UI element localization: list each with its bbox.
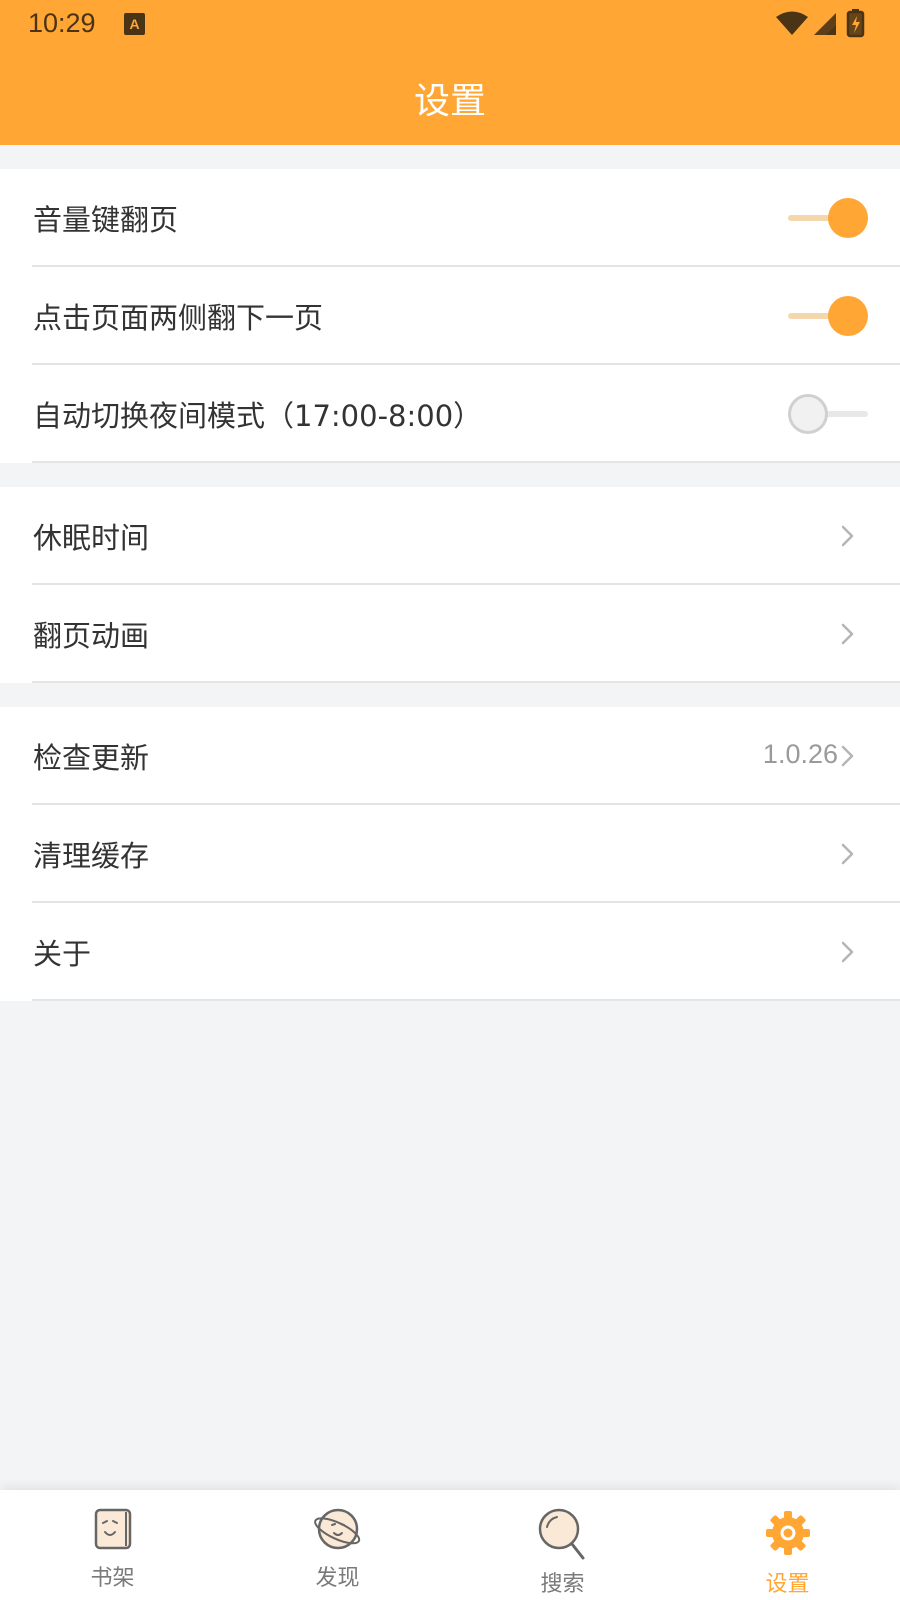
status-time: 10:29 xyxy=(28,8,96,38)
search-icon xyxy=(538,1508,584,1560)
setting-label: 点击页面两侧翻下一页 xyxy=(33,301,324,335)
tap-sides-toggle[interactable] xyxy=(788,295,868,337)
setting-row-clear-cache[interactable]: 清理缓存 xyxy=(0,805,900,903)
bookshelf-icon xyxy=(94,1508,131,1550)
reading-settings-group: 休眠时间 翻页动画 xyxy=(0,487,900,683)
setting-row-auto-night[interactable]: 自动切换夜间模式（17:00-8:00） xyxy=(0,365,900,463)
divider xyxy=(32,681,900,683)
volume-key-toggle[interactable] xyxy=(788,197,868,239)
setting-label: 清理缓存 xyxy=(33,839,150,873)
bottom-tab-bar: 书架 发现 搜索 设置 xyxy=(0,1490,900,1600)
setting-label: 检查更新 xyxy=(33,741,150,775)
battery-icon xyxy=(846,9,865,38)
tab-bookshelf[interactable]: 书架 xyxy=(0,1490,225,1600)
notification-icon: A xyxy=(124,13,145,35)
tab-label: 发现 xyxy=(315,1566,360,1591)
app-settings-group: 检查更新 1.0.26 清理缓存 关于 xyxy=(0,707,900,1001)
wifi-icon xyxy=(776,11,808,35)
setting-row-sleep-time[interactable]: 休眠时间 xyxy=(0,487,900,585)
tab-settings[interactable]: 设置 xyxy=(675,1490,900,1600)
tab-label: 搜索 xyxy=(540,1572,585,1597)
tab-label: 设置 xyxy=(765,1572,810,1597)
tab-search[interactable]: 搜索 xyxy=(450,1490,675,1600)
setting-row-volume-key[interactable]: 音量键翻页 xyxy=(0,169,900,267)
planet-icon xyxy=(313,1508,360,1550)
toggle-settings-group: 音量键翻页 点击页面两侧翻下一页 自动切换夜间模式（17:00-8:00） xyxy=(0,169,900,463)
setting-label: 休眠时间 xyxy=(33,521,150,555)
auto-night-toggle[interactable] xyxy=(788,393,868,435)
app-header: 10:29 A 设置 xyxy=(0,0,900,145)
tab-discover[interactable]: 发现 xyxy=(225,1490,450,1600)
status-indicators xyxy=(776,9,865,38)
setting-row-about[interactable]: 关于 xyxy=(0,903,900,1001)
setting-label: 关于 xyxy=(33,937,92,971)
divider xyxy=(32,999,900,1001)
chevron-right-icon xyxy=(841,843,854,865)
setting-row-tap-sides[interactable]: 点击页面两侧翻下一页 xyxy=(0,267,900,365)
chevron-right-icon xyxy=(841,525,854,547)
page-title: 设置 xyxy=(413,81,486,122)
setting-label: 翻页动画 xyxy=(33,619,150,653)
setting-row-check-update[interactable]: 检查更新 1.0.26 xyxy=(0,707,900,805)
chevron-right-icon xyxy=(841,623,854,645)
chevron-right-icon xyxy=(841,941,854,963)
tab-label: 书架 xyxy=(90,1566,135,1591)
setting-label: 音量键翻页 xyxy=(33,203,179,237)
version-value: 1.0.26 xyxy=(762,739,838,769)
divider xyxy=(32,461,900,463)
gear-icon xyxy=(765,1511,810,1555)
setting-label: 自动切换夜间模式（17:00-8:00） xyxy=(33,399,483,433)
chevron-right-icon xyxy=(841,745,854,767)
setting-row-page-animation[interactable]: 翻页动画 xyxy=(0,585,900,683)
